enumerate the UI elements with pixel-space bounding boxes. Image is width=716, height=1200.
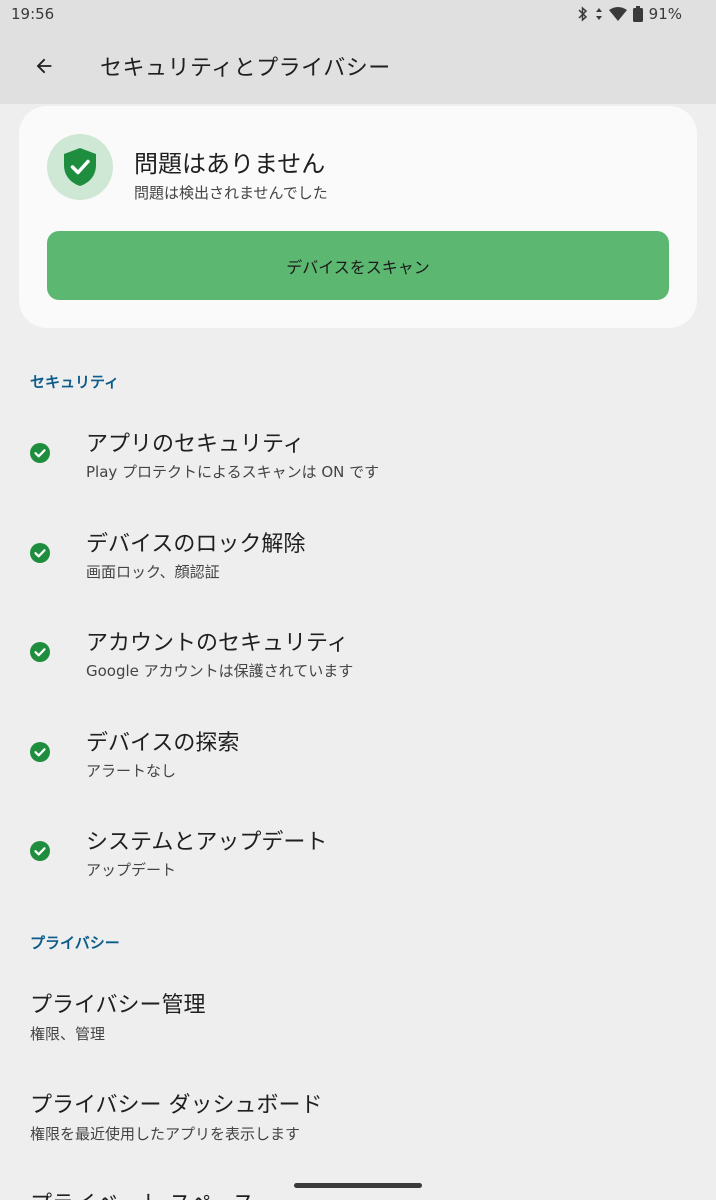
check-circle-icon bbox=[30, 443, 50, 463]
check-circle-icon bbox=[30, 543, 50, 563]
item-title: システムとアップデート bbox=[86, 830, 328, 855]
check-circle-icon bbox=[30, 742, 50, 762]
security-item-device-unlock[interactable]: デバイスのロック解除 画面ロック、顔認証 bbox=[0, 508, 716, 598]
section-header-privacy: プライバシー bbox=[30, 934, 120, 952]
shield-badge bbox=[47, 134, 113, 200]
item-subtitle: 権限、管理 bbox=[30, 1025, 106, 1043]
section-header-security: セキュリティ bbox=[30, 373, 120, 391]
security-item-account-security[interactable]: アカウントのセキュリティ Google アカウントは保護されています bbox=[0, 607, 716, 697]
item-title: プライベート スペース bbox=[30, 1186, 254, 1200]
battery-percent: 91% bbox=[648, 5, 682, 23]
security-item-app-security[interactable]: アプリのセキュリティ Play プロテクトによるスキャンは ON です bbox=[0, 408, 716, 498]
shield-check-icon bbox=[64, 148, 96, 186]
item-subtitle: 権限を最近使用したアプリを表示します bbox=[30, 1125, 301, 1143]
item-title: アプリのセキュリティ bbox=[86, 432, 305, 457]
bluetooth-icon bbox=[577, 6, 589, 22]
gesture-nav-bar[interactable] bbox=[294, 1183, 422, 1188]
status-icons: 91% bbox=[577, 5, 682, 23]
privacy-item-dashboard[interactable]: プライバシー ダッシュボード 権限を最近使用したアプリを表示します bbox=[0, 1070, 716, 1160]
battery-icon bbox=[632, 6, 643, 22]
status-subtitle: 問題は検出されませんでした bbox=[134, 184, 328, 202]
privacy-item-controls[interactable]: プライバシー管理 権限、管理 bbox=[0, 970, 716, 1060]
status-bar: 19:56 91% bbox=[0, 0, 716, 28]
item-title: デバイスの探索 bbox=[86, 731, 240, 756]
item-title: アカウントのセキュリティ bbox=[86, 631, 349, 656]
item-subtitle: Google アカウントは保護されています bbox=[86, 662, 354, 680]
item-title: プライバシー管理 bbox=[30, 993, 206, 1018]
page-title: セキュリティとプライバシー bbox=[100, 56, 391, 81]
security-item-system-updates[interactable]: システムとアップデート アップデート bbox=[0, 806, 716, 896]
item-title: デバイスのロック解除 bbox=[86, 532, 306, 557]
screen: 19:56 91% セキュリティとプライバシー 問題はありません 問題は検出され… bbox=[0, 0, 716, 1200]
item-subtitle: 画面ロック、顔認証 bbox=[86, 563, 220, 581]
check-circle-icon bbox=[30, 642, 50, 662]
wifi-icon bbox=[608, 7, 627, 21]
data-arrows-icon bbox=[595, 6, 603, 22]
app-bar: セキュリティとプライバシー bbox=[0, 28, 716, 104]
item-subtitle: Play プロテクトによるスキャンは ON です bbox=[86, 463, 380, 481]
check-circle-icon bbox=[30, 841, 50, 861]
security-item-find-device[interactable]: デバイスの探索 アラートなし bbox=[0, 707, 716, 797]
item-subtitle: アップデート bbox=[86, 861, 177, 879]
status-time: 19:56 bbox=[11, 5, 55, 23]
scan-device-button[interactable]: デバイスをスキャン bbox=[47, 231, 669, 300]
status-title: 問題はありません bbox=[134, 150, 326, 178]
back-button[interactable] bbox=[16, 38, 72, 94]
item-subtitle: アラートなし bbox=[86, 762, 177, 780]
status-card: 問題はありません 問題は検出されませんでした デバイスをスキャン bbox=[19, 106, 697, 328]
item-title: プライバシー ダッシュボード bbox=[30, 1093, 323, 1118]
arrow-back-icon bbox=[36, 58, 52, 74]
